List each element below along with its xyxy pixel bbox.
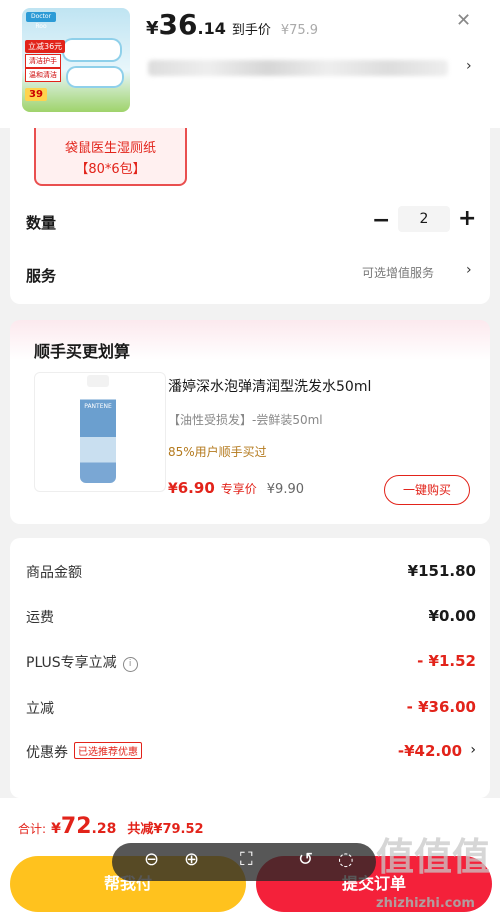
breakdown-value: - ¥1.52 <box>417 652 476 670</box>
breakdown-value: ¥151.80 <box>407 562 476 580</box>
total-label: 合计: <box>18 822 47 836</box>
total-currency: ¥ <box>51 821 61 837</box>
upsell-product-image[interactable]: PANTENE <box>34 372 166 492</box>
breakdown-label: 立减 <box>26 701 54 717</box>
breakdown-row: 立减 - ¥36.00 <box>26 698 476 722</box>
price-integer: 36 <box>158 8 198 41</box>
one-click-buy-button[interactable]: 一键购买 <box>384 475 470 505</box>
upsell-price-value: 6.90 <box>177 479 215 497</box>
final-price: ¥36.14 到手价 ¥75.9 <box>146 8 318 41</box>
upsell-price-label: 专享价 <box>220 482 257 496</box>
coupon-tag: 已选推荐优惠 <box>74 742 142 759</box>
thumb-pack-image <box>62 38 122 62</box>
original-price: ¥75.9 <box>280 23 319 38</box>
spec-chip-size: 【80*6包】 <box>75 162 146 177</box>
chevron-right-icon[interactable]: › <box>466 262 472 278</box>
breakdown-label: 商品金额 <box>26 565 82 581</box>
breakdown-label: 运费 <box>26 610 54 626</box>
breakdown-label: 优惠券 <box>26 745 68 761</box>
checkout-bar: 合计: ¥72.28 共减¥79.52 帮我付 提交订单 ⊖ ⊕ ⛶ ↺ ◌ 值… <box>0 798 500 916</box>
thumb-brand: Doctor Roo <box>26 12 56 30</box>
quantity-increase-button[interactable]: + <box>458 206 476 231</box>
selected-spec-chip[interactable]: 袋鼠医生湿厕纸 【80*6包】 <box>34 128 187 186</box>
more-icon[interactable]: ◌ <box>338 849 354 870</box>
upsell-product-title[interactable]: 潘婷深水泡弹清润型洗发水50ml <box>168 376 371 396</box>
thumb-price-tag: 39 <box>25 88 47 101</box>
quantity-input[interactable]: 2 <box>398 206 450 232</box>
thumb-feature-tag: 清洁护手 <box>25 54 61 68</box>
chevron-right-icon[interactable]: › <box>470 742 476 758</box>
breakdown-value: -¥42.00 <box>397 742 462 760</box>
quantity-label: 数量 <box>26 214 57 232</box>
breakdown-label-wrap: 优惠券 已选推荐优惠 <box>26 742 142 762</box>
order-total: 合计: ¥72.28 共减¥79.52 <box>18 814 204 839</box>
breakdown-value: - ¥36.00 <box>406 698 476 716</box>
total-integer: 72 <box>60 814 92 839</box>
price-decimal: .14 <box>197 19 226 38</box>
breakdown-row-coupon[interactable]: 优惠券 已选推荐优惠 -¥42.00 › <box>26 742 476 766</box>
breakdown-row: 运费 ¥0.00 <box>26 607 476 631</box>
product-thumbnail[interactable]: Doctor Roo 立减36元 清洁护手 温和清洁 39 <box>22 8 130 112</box>
blurred-address[interactable] <box>148 60 448 76</box>
watermark-url: zhizhizhi.com <box>376 896 475 911</box>
upsell-card: 顺手买更划算 PANTENE 潘婷深水泡弹清润型洗发水50ml 【油性受损发】-… <box>10 320 490 524</box>
upsell-title: 顺手买更划算 <box>34 342 131 361</box>
thumb-discount-tag: 立减36元 <box>25 40 66 53</box>
upsell-price-currency: ¥ <box>168 481 178 497</box>
thumb-feature-tag: 温和清洁 <box>25 68 61 82</box>
spec-card: 袋鼠医生湿厕纸 【80*6包】 数量 − 2 + 服务 可选增值服务 › <box>10 128 490 304</box>
bottle-cap <box>87 375 109 387</box>
rotate-icon[interactable]: ↺ <box>298 849 313 870</box>
fullscreen-icon[interactable]: ⛶ <box>240 849 253 870</box>
service-label: 服务 <box>26 267 57 285</box>
zoom-in-icon[interactable]: ⊕ <box>184 849 199 870</box>
service-value[interactable]: 可选增值服务 <box>362 264 434 281</box>
image-viewer-toolbar: ⊖ ⊕ ⛶ ↺ ◌ <box>112 843 376 881</box>
price-currency: ¥ <box>146 18 159 39</box>
upsell-original-price: ¥9.90 <box>266 482 304 497</box>
close-icon[interactable]: ✕ <box>456 10 471 31</box>
breakdown-value: ¥0.00 <box>428 607 476 625</box>
upsell-social-proof: 85%用户顺手买过 <box>168 445 267 459</box>
spec-chip-name: 袋鼠医生湿厕纸 <box>64 141 156 156</box>
price-label: 到手价 <box>231 23 271 38</box>
breakdown-label: PLUS专享立减 <box>26 655 117 671</box>
total-saved: 共减¥79.52 <box>127 822 204 837</box>
upsell-price: ¥6.90 专享价 ¥9.90 <box>168 478 304 497</box>
product-header: Doctor Roo 立减36元 清洁护手 温和清洁 39 ¥36.14 到手价 ¥… <box>0 0 500 128</box>
upsell-product-variant: 【油性受损发】-尝鲜装50ml <box>168 413 323 427</box>
watermark-logo: 值值值 <box>376 835 491 879</box>
breakdown-row: 商品金额 ¥151.80 <box>26 562 476 586</box>
total-decimal: .28 <box>91 821 117 837</box>
bottle-brand: PANTENE <box>84 403 112 410</box>
price-breakdown-card: 商品金额 ¥151.80 运费 ¥0.00 PLUS专享立减 i - ¥1.52 … <box>10 538 490 798</box>
zoom-out-icon[interactable]: ⊖ <box>144 849 159 870</box>
quantity-decrease-button[interactable]: − <box>372 208 390 233</box>
thumb-pack-image <box>66 66 124 88</box>
chevron-right-icon[interactable]: › <box>466 58 472 74</box>
info-icon[interactable]: i <box>122 657 138 672</box>
breakdown-label-wrap: PLUS专享立减 i <box>26 652 138 672</box>
shampoo-bottle-image <box>80 381 116 483</box>
breakdown-row: PLUS专享立减 i - ¥1.52 <box>26 652 476 676</box>
